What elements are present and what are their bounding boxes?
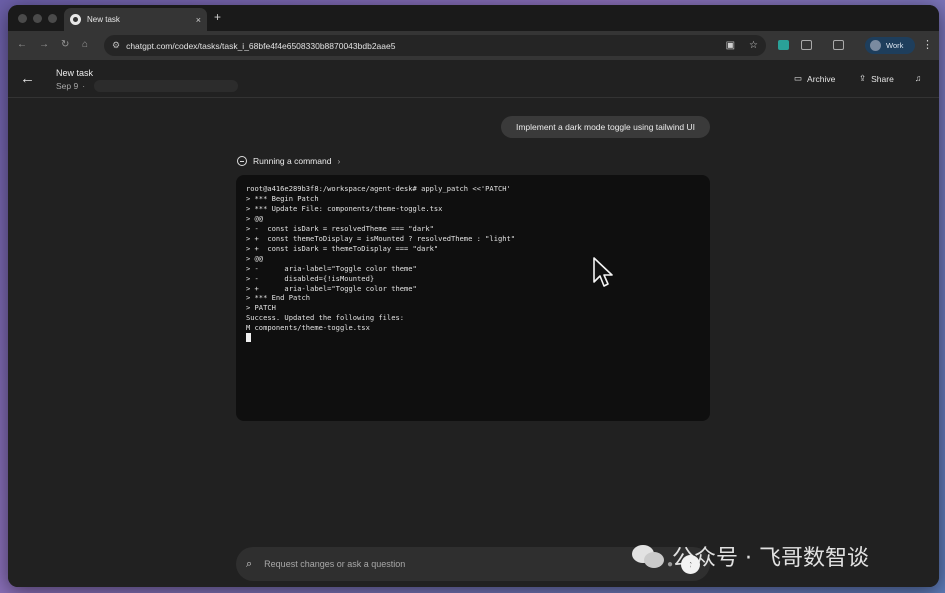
minimize-window-button[interactable]: [33, 14, 42, 23]
back-arrow-icon[interactable]: ←: [17, 39, 27, 50]
tab-title: New task: [87, 15, 120, 24]
task-date: Sep 9 ·: [56, 81, 85, 91]
extensions-icon[interactable]: [801, 40, 812, 50]
install-app-icon[interactable]: ▣: [726, 40, 735, 51]
window-controls: [18, 14, 57, 23]
running-command-toggle[interactable]: Running a command ›: [237, 156, 340, 166]
terminal-line: > - const isDark = resolvedTheme === "da…: [246, 223, 434, 233]
bell-icon[interactable]: ♫: [915, 73, 921, 83]
forward-arrow-icon[interactable]: →: [39, 39, 49, 50]
terminal-line: > *** End Patch: [246, 293, 311, 303]
terminal-line: > *** Update File: components/theme-togg…: [246, 203, 443, 213]
browser-tab[interactable]: New task ×: [64, 8, 207, 31]
wechat-logo-icon: [632, 543, 666, 569]
archive-button[interactable]: ▭ Archive: [794, 73, 835, 84]
reload-icon[interactable]: ↻: [61, 39, 69, 50]
redacted-repo-label: [94, 80, 238, 92]
archive-label: Archive: [807, 73, 836, 84]
terminal-line: > *** Begin Patch: [246, 193, 319, 203]
paperclip-icon[interactable]: ⌕: [246, 558, 252, 571]
terminal-line: > - aria-label="Toggle color theme": [246, 263, 417, 273]
wechat-watermark: 公众号 · 飞哥数智谈: [632, 540, 869, 572]
terminal-line: Success. Updated the following files:: [246, 313, 405, 323]
terminal-line: > + aria-label="Toggle color theme": [246, 283, 417, 293]
extension-icon[interactable]: [778, 40, 789, 50]
terminal-cursor: [246, 333, 251, 343]
share-icon: ⇪: [859, 73, 867, 83]
back-button[interactable]: ←: [20, 70, 35, 87]
terminal-line: > PATCH: [246, 303, 276, 313]
codex-app: ← New task Sep 9 · ▭ Archive ⇪ Share ♫ Im…: [8, 60, 939, 587]
browser-toolbar: ← → ↻ ⌂ ⚙ chatgpt.com/codex/tasks/task_i…: [8, 31, 939, 60]
address-bar[interactable]: ⚙ chatgpt.com/codex/tasks/task_i_68bfe4f…: [104, 35, 766, 56]
avatar: [870, 40, 881, 51]
split-view-icon[interactable]: [833, 40, 844, 50]
url-text: chatgpt.com/codex/tasks/task_i_68bfe4f4e…: [126, 40, 396, 51]
terminal-line: root@a416e289b3f8:/workspace/agent-desk#…: [246, 184, 511, 193]
archive-icon: ▭: [794, 73, 803, 83]
openai-favicon-icon: [70, 14, 81, 25]
terminal-line: > + const themeToDisplay = isMounted ? r…: [246, 233, 516, 243]
running-label: Running a command: [253, 156, 332, 166]
new-tab-button[interactable]: +: [214, 10, 221, 24]
terminal-output: root@a416e289b3f8:/workspace/agent-desk#…: [236, 175, 710, 421]
browser-window: New task × + ← → ↻ ⌂ ⚙ chatgpt.com/codex…: [8, 5, 939, 587]
tab-close-icon[interactable]: ×: [196, 15, 201, 25]
task-title: New task: [56, 68, 94, 78]
task-date-text: Sep 9: [56, 81, 79, 91]
terminal-line: > @@: [246, 213, 264, 223]
maximize-window-button[interactable]: [48, 14, 57, 23]
terminal-line: > + const isDark = themeToDisplay === "d…: [246, 243, 439, 253]
terminal-line: > @@: [246, 253, 264, 263]
share-button[interactable]: ⇪ Share: [859, 73, 894, 84]
composer-placeholder: Request changes or ask a question: [264, 559, 406, 569]
home-icon[interactable]: ⌂: [82, 39, 88, 50]
profile-button[interactable]: Work: [865, 37, 915, 54]
terminal-line: M components/theme-toggle.tsx: [246, 323, 370, 333]
spinner-icon: [237, 156, 247, 166]
user-message-bubble: Implement a dark mode toggle using tailw…: [501, 116, 710, 138]
mouse-pointer-icon: [593, 257, 613, 287]
site-settings-icon[interactable]: ⚙: [112, 40, 120, 51]
task-header: ← New task Sep 9 · ▭ Archive ⇪ Share ♫: [8, 60, 939, 98]
chevron-right-icon: ›: [337, 156, 341, 166]
date-separator: ·: [82, 81, 86, 91]
profile-name: Work: [886, 41, 904, 50]
close-window-button[interactable]: [18, 14, 27, 23]
watermark-text: 公众号 · 飞哥数智谈: [672, 546, 869, 571]
share-label: Share: [871, 73, 894, 84]
star-icon[interactable]: ☆: [749, 40, 758, 51]
tab-strip: New task × +: [8, 5, 939, 31]
terminal-line: > - disabled={!isMounted}: [246, 273, 375, 283]
menu-kebab-icon[interactable]: ⋮: [922, 38, 933, 51]
